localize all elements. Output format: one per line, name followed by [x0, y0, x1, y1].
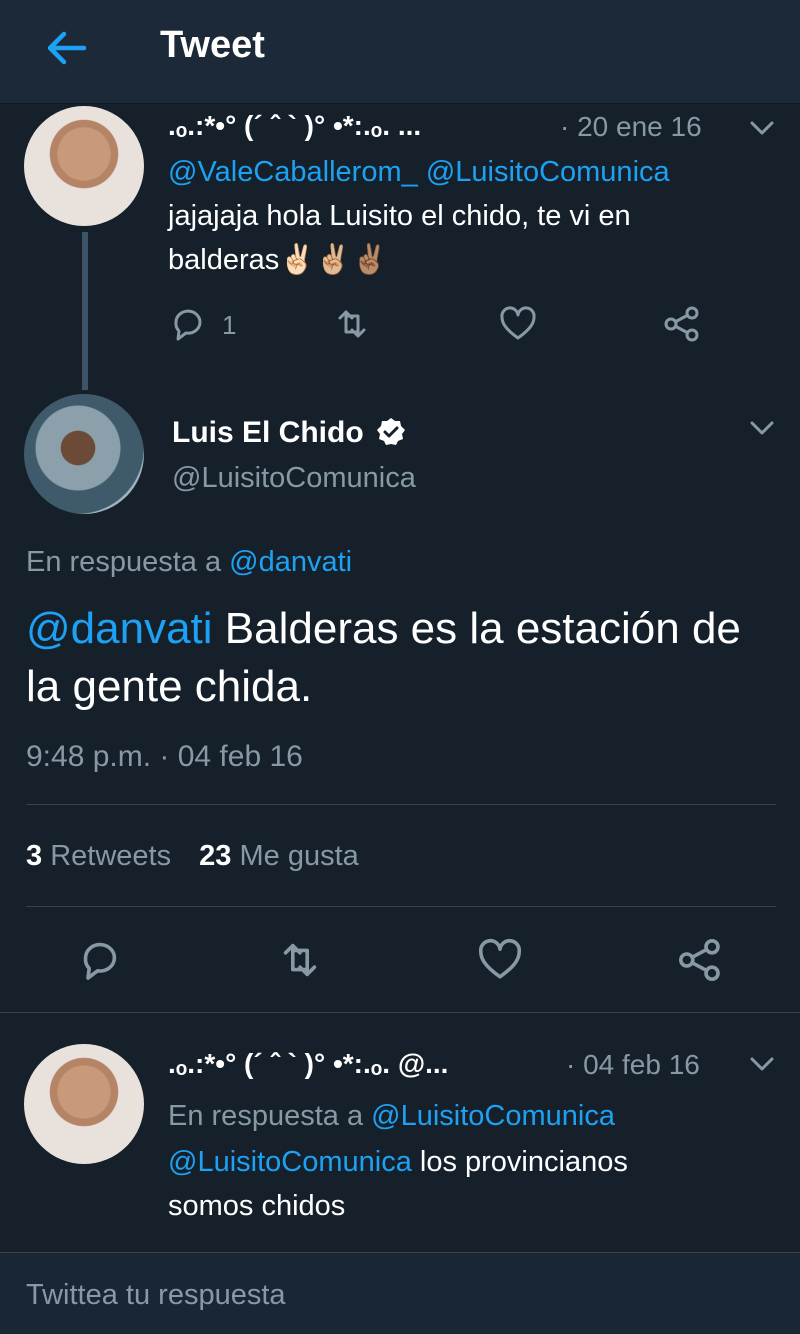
- reply-label: En respuesta a: [168, 1100, 364, 1132]
- likes-count: 23: [199, 840, 232, 872]
- reply-to-link[interactable]: @LuisitoComunica: [371, 1100, 615, 1132]
- tweet-text: @danvati Balderas es la estación de la g…: [26, 600, 776, 716]
- retweets-count: 3: [26, 840, 43, 872]
- divider: [26, 804, 776, 805]
- share-icon[interactable]: [676, 936, 724, 984]
- divider: [26, 906, 776, 907]
- display-name[interactable]: .ₒ.:*•° (´ ˆ ` )° •*:.ₒ. ...: [168, 110, 421, 142]
- tweet-date: · 20 ene 16: [560, 111, 702, 142]
- reply-input[interactable]: [26, 1275, 766, 1315]
- retweet-icon[interactable]: [276, 936, 324, 984]
- chevron-down-icon[interactable]: [748, 418, 776, 438]
- reply-icon[interactable]: [168, 304, 208, 344]
- chevron-down-icon[interactable]: [748, 118, 776, 138]
- reply-context: En respuesta a @LuisitoComunica: [168, 1094, 615, 1138]
- retweets-label: Retweets: [50, 840, 172, 872]
- tweet-text-line2: balderas✌🏻✌🏼✌🏽: [168, 238, 388, 282]
- divider: [0, 1012, 800, 1013]
- top-bar: Tweet: [0, 0, 800, 104]
- display-name[interactable]: .ₒ.:*•° (´ ˆ ` )° •*:.ₒ. @...: [168, 1048, 448, 1080]
- retweet-icon[interactable]: [332, 304, 372, 344]
- avatar[interactable]: [24, 1044, 144, 1164]
- tweet-text-word: balderas: [168, 244, 280, 276]
- avatar[interactable]: [24, 394, 144, 514]
- mention-link[interactable]: @LuisitoComunica: [168, 1146, 412, 1178]
- back-arrow-icon[interactable]: [40, 26, 92, 70]
- tweet-text: jajajaja hola Luisito el chido, te vi en: [168, 200, 631, 232]
- mentions-line: @ValeCaballerom_ @LuisitoComunica: [168, 150, 670, 194]
- tweet-text: @LuisitoComunica los provincianos: [168, 1140, 628, 1184]
- mention-link[interactable]: @ValeCaballerom_: [168, 156, 418, 188]
- tweet-text-line2: somos chidos: [168, 1190, 346, 1222]
- reply-context: En respuesta a @danvati: [26, 546, 352, 579]
- peace-emoji: ✌🏻✌🏼✌🏽: [279, 244, 388, 276]
- tweet-date: · 04 feb 16: [566, 1049, 700, 1080]
- display-name[interactable]: Luis El Chido: [172, 416, 406, 450]
- share-icon[interactable]: [662, 304, 702, 344]
- tweet-timestamp: 9:48 p.m. · 04 feb 16: [26, 740, 303, 773]
- reply-composer: [0, 1252, 800, 1334]
- retweets-stat[interactable]: 3 Retweets: [26, 840, 171, 872]
- page-title: Tweet: [160, 24, 265, 66]
- display-name-text: Luis El Chido: [172, 416, 364, 449]
- user-handle[interactable]: @LuisitoComunica: [172, 462, 416, 495]
- reply-to-link[interactable]: @danvati: [229, 546, 352, 578]
- reply-label: En respuesta a: [26, 546, 222, 578]
- tweet-stats: 3 Retweets 23 Me gusta: [26, 840, 359, 873]
- mention-link[interactable]: @danvati: [26, 604, 213, 653]
- tweet-text-body: los provincianos: [411, 1146, 628, 1178]
- likes-label: Me gusta: [239, 840, 359, 872]
- reply-icon[interactable]: [76, 936, 124, 984]
- likes-stat[interactable]: 23 Me gusta: [199, 840, 359, 872]
- like-icon[interactable]: [476, 936, 524, 984]
- avatar[interactable]: [24, 106, 144, 226]
- verified-badge-icon: [377, 418, 406, 445]
- mention-link[interactable]: @LuisitoComunica: [426, 156, 670, 188]
- thread-connector: [82, 232, 88, 390]
- reply-count: 1: [222, 310, 237, 340]
- like-icon[interactable]: [498, 304, 538, 344]
- chevron-down-icon[interactable]: [748, 1054, 776, 1074]
